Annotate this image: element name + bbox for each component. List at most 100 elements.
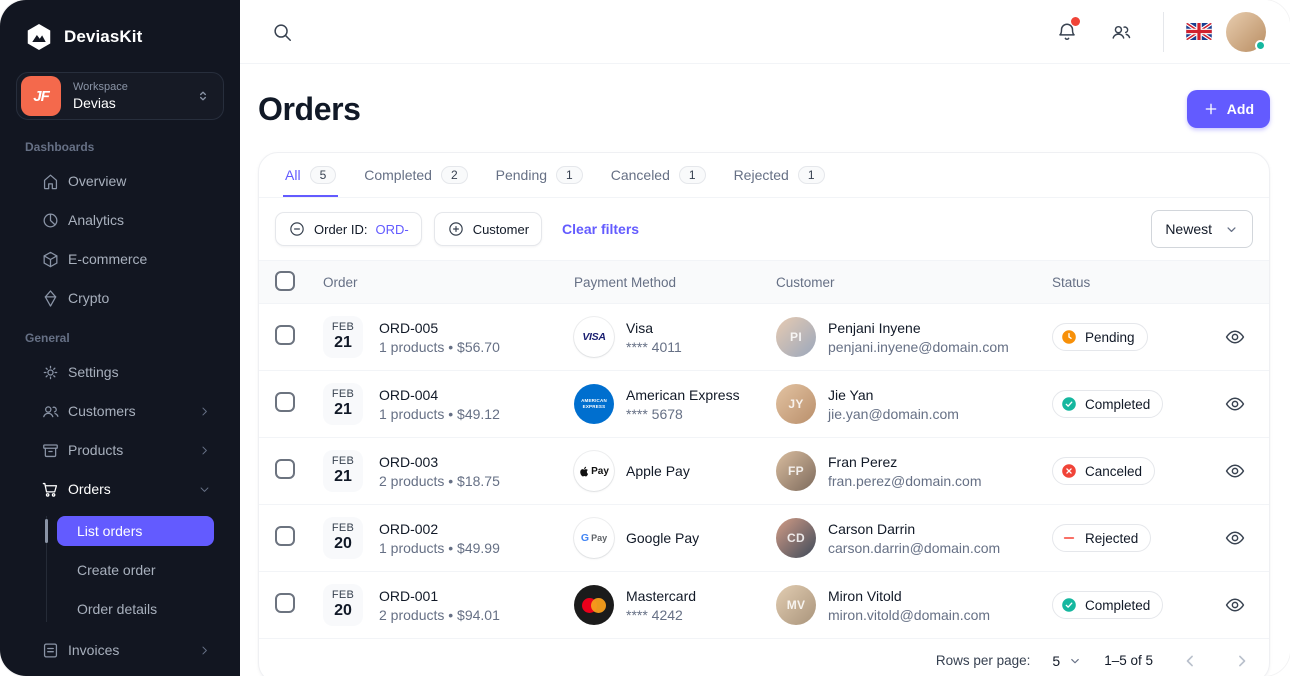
sort-select[interactable]: Newest (1151, 210, 1253, 248)
pie-chart-icon (41, 211, 60, 230)
row-checkbox[interactable] (275, 392, 295, 412)
sidebar-nav: DashboardsOverviewAnalyticsE-commerceCry… (0, 120, 240, 676)
row-checkbox[interactable] (275, 526, 295, 546)
sidebar-item-jobs[interactable]: Jobs (16, 670, 224, 676)
add-order-button[interactable]: Add (1187, 90, 1270, 128)
sidebar-item-orders[interactable]: Orders (16, 470, 224, 508)
order-date: FEB21 (323, 450, 363, 492)
order-row-ord-002[interactable]: FEB20ORD-0021 products • $49.99GPayGoogl… (259, 504, 1269, 571)
column-header-order: Order (323, 275, 574, 290)
customer-email: fran.perez@domain.com (828, 473, 982, 489)
gear-icon (41, 363, 60, 382)
add-button-label: Add (1227, 101, 1254, 117)
sidebar-item-overview[interactable]: Overview (16, 162, 224, 200)
american-express-icon: AMERICANEXPRESS (574, 384, 614, 424)
sidebar-item-settings[interactable]: Settings (16, 353, 224, 391)
table-header-row: Order Payment Method Customer Status (259, 261, 1269, 303)
pending-icon (1061, 329, 1077, 345)
sidebar-item-label: Analytics (68, 212, 212, 228)
plus-icon (1203, 101, 1219, 117)
page-range: 1–5 of 5 (1104, 653, 1153, 668)
tab-label: All (285, 167, 301, 183)
sidebar-item-products[interactable]: Products (16, 431, 224, 469)
visa-icon: VISA (574, 317, 614, 357)
status-label: Canceled (1085, 464, 1142, 479)
filter-chip-customer[interactable]: Customer (434, 212, 542, 246)
page-title: Orders (258, 90, 361, 128)
payment-card-number: **** 4242 (626, 607, 696, 623)
row-checkbox[interactable] (275, 593, 295, 613)
row-checkbox[interactable] (275, 325, 295, 345)
sidebar-item-create-order[interactable]: Create order (57, 555, 214, 585)
sidebar-item-label: Orders (68, 481, 197, 497)
chevron-right-icon (197, 443, 212, 458)
clear-filters-button[interactable]: Clear filters (562, 221, 639, 237)
sidebar-item-e-commerce[interactable]: E-commerce (16, 240, 224, 278)
view-order-button[interactable] (1216, 519, 1254, 557)
previous-page-button[interactable] (1175, 646, 1205, 676)
payment-name: American Express (626, 387, 740, 403)
content: Orders Add All 5 Completed2 Pending1 Cancele… (240, 64, 1290, 676)
filter-chip-order-id[interactable]: Order ID: ORD- (275, 212, 422, 246)
status-label: Pending (1085, 330, 1135, 345)
mastercard-icon (574, 585, 614, 625)
sidebar-item-crypto[interactable]: Crypto (16, 279, 224, 317)
view-order-button[interactable] (1216, 586, 1254, 624)
status-badge-pending: Pending (1052, 323, 1148, 351)
invoice-icon (41, 641, 60, 660)
sidebar-item-order-details[interactable]: Order details (57, 594, 214, 624)
sidebar-item-list-orders[interactable]: List orders (57, 516, 214, 546)
tab-completed[interactable]: Completed2 (362, 153, 469, 197)
sidebar-item-label: Crypto (68, 290, 212, 306)
next-page-button[interactable] (1227, 646, 1257, 676)
filter-chip-label: Order ID: (314, 222, 367, 237)
tab-pending[interactable]: Pending1 (494, 153, 585, 197)
sidebar: DeviasKit JF Workspace Devias Dashboards… (0, 0, 240, 676)
workspace-logo: JF (21, 76, 61, 116)
sidebar-item-analytics[interactable]: Analytics (16, 201, 224, 239)
status-badge-completed: Completed (1052, 591, 1163, 619)
status-badge-canceled: Canceled (1052, 457, 1155, 485)
user-avatar[interactable] (1226, 12, 1266, 52)
tab-rejected[interactable]: Rejected1 (732, 153, 827, 197)
view-order-button[interactable] (1216, 318, 1254, 356)
payment-card-number: **** 5678 (626, 406, 740, 422)
order-row-ord-001[interactable]: FEB20ORD-0012 products • $94.01Mastercar… (259, 571, 1269, 638)
rows-per-page-select[interactable]: 5 (1052, 653, 1082, 669)
view-order-button[interactable] (1216, 385, 1254, 423)
app-window: DeviasKit JF Workspace Devias Dashboards… (0, 0, 1290, 676)
sidebar-item-invoices[interactable]: Invoices (16, 631, 224, 669)
tab-all[interactable]: All 5 (283, 153, 338, 197)
select-all-checkbox[interactable] (275, 271, 295, 291)
apple-pay-icon: Pay (574, 451, 614, 491)
tab-canceled[interactable]: Canceled1 (609, 153, 708, 197)
notifications-button[interactable] (1047, 12, 1087, 52)
eye-icon (1224, 594, 1246, 616)
customer-email: carson.darrin@domain.com (828, 540, 1000, 556)
sidebar-item-label: Customers (68, 403, 197, 419)
tab-count-badge: 5 (310, 166, 337, 184)
order-row-ord-005[interactable]: FEB21ORD-0051 products • $56.70VISAVisa*… (259, 303, 1269, 370)
topbar-divider (1163, 12, 1164, 52)
view-order-button[interactable] (1216, 452, 1254, 490)
language-selector[interactable] (1186, 23, 1212, 40)
topbar (240, 0, 1290, 64)
sidebar-item-customers[interactable]: Customers (16, 392, 224, 430)
customer-email: penjani.inyene@domain.com (828, 339, 1009, 355)
search-button[interactable] (262, 12, 302, 52)
pagination: Rows per page: 5 1–5 of 5 (259, 638, 1269, 676)
customer-avatar: CD (776, 518, 816, 558)
customer-name: Jie Yan (828, 387, 959, 403)
column-header-status: Status (1052, 275, 1215, 290)
row-checkbox[interactable] (275, 459, 295, 479)
logo-link[interactable]: DeviasKit (0, 0, 240, 64)
customer-email: miron.vitold@domain.com (828, 607, 990, 623)
workspace-switcher[interactable]: JF Workspace Devias (16, 72, 224, 120)
order-row-ord-004[interactable]: FEB21ORD-0041 products • $49.12AMERICANE… (259, 370, 1269, 437)
contacts-button[interactable] (1101, 12, 1141, 52)
payment-name: Google Pay (626, 530, 699, 546)
customer-avatar: FP (776, 451, 816, 491)
chevron-up-down-icon (195, 88, 211, 104)
order-row-ord-003[interactable]: FEB21ORD-0032 products • $18.75PayApple … (259, 437, 1269, 504)
eye-icon (1224, 393, 1246, 415)
